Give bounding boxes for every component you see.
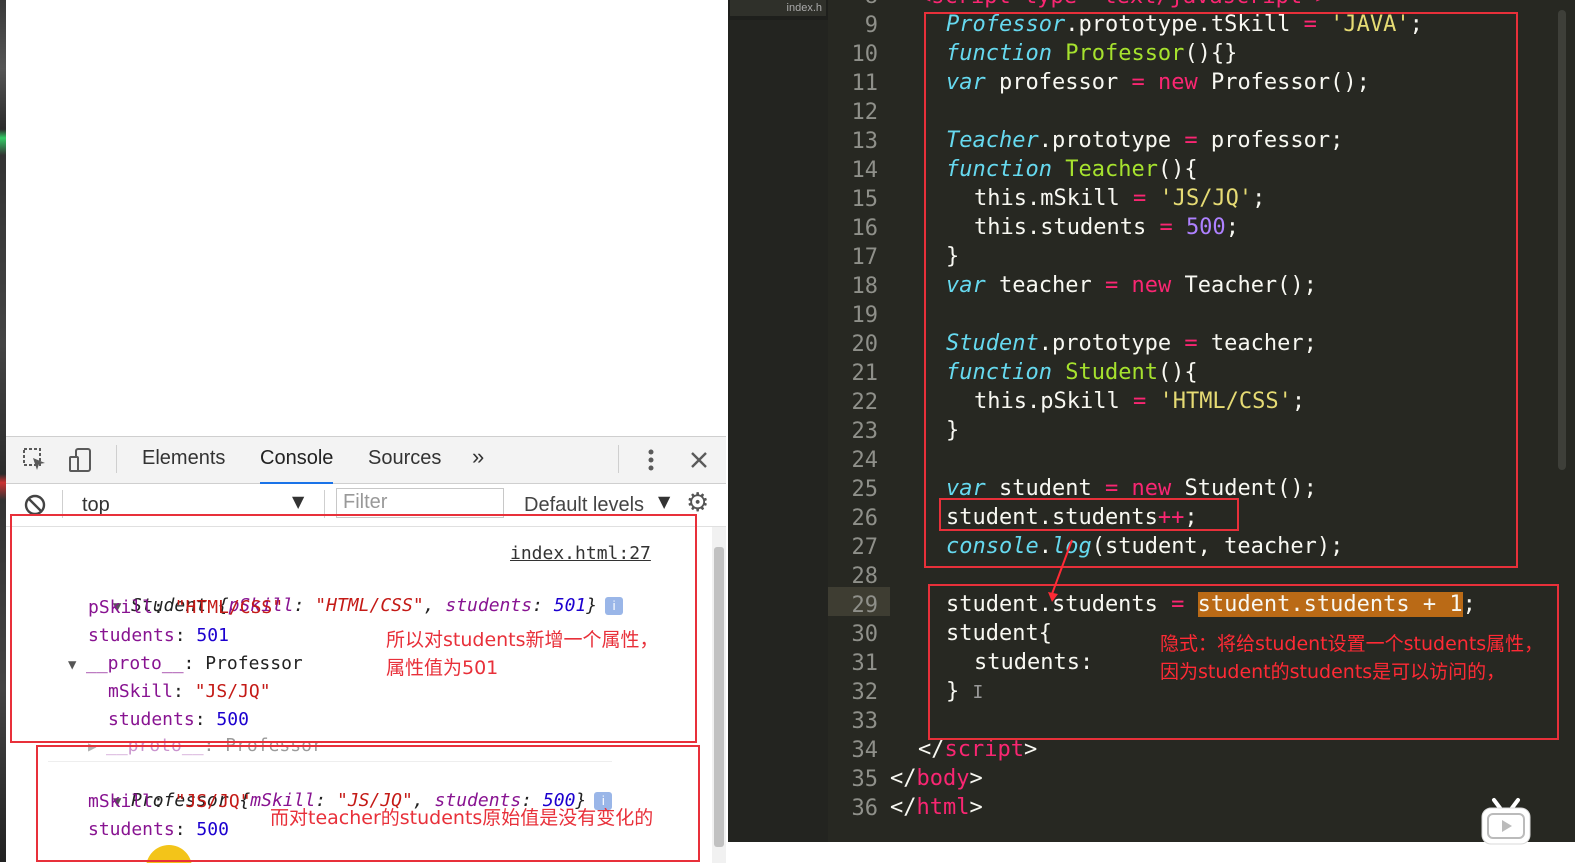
line-number: 24 <box>851 448 879 473</box>
annotation-note-1-line1: 所以对students新增一个属性， <box>386 629 659 651</box>
annotation-note-1-line2: 属性值为501 <box>386 657 499 679</box>
editor-sidebar <box>728 20 828 842</box>
line-number: 25 <box>851 477 879 502</box>
browser-page-viewport <box>6 0 726 436</box>
annotation-box-increment <box>939 498 1239 531</box>
line-number: 10 <box>851 42 879 67</box>
tab-elements-label: Elements <box>142 447 226 469</box>
devtools-tab-bar: Elements Console Sources » <box>6 437 726 485</box>
tab-elements[interactable]: Elements <box>142 447 225 479</box>
editor-file-tab[interactable]: index.h <box>730 0 826 16</box>
line-number: 36 <box>851 796 879 821</box>
tab-console[interactable]: Console <box>260 447 334 485</box>
tab-sources-label: Sources <box>368 447 442 469</box>
line-number: 30 <box>851 622 879 647</box>
toolbar-divider <box>618 445 619 473</box>
line-number: 22 <box>851 390 879 415</box>
line-number: 34 <box>851 738 879 763</box>
tab-sources[interactable]: Sources <box>368 447 441 479</box>
editor-file-tab-label: index.h <box>786 2 822 14</box>
code-token: </ <box>890 795 917 820</box>
log-levels-label: Default levels <box>524 494 645 516</box>
line-number: 26 <box>851 506 879 531</box>
line-number: 28 <box>851 564 879 589</box>
line-number: 31 <box>851 651 879 676</box>
code-token: > <box>969 795 983 820</box>
line-number: 32 <box>851 680 879 705</box>
tab-console-label: Console <box>260 447 334 469</box>
line-number: 18 <box>851 274 879 299</box>
code-token: </ <box>890 766 917 791</box>
device-toolbar-icon[interactable] <box>66 445 96 475</box>
line-number: 13 <box>851 129 879 154</box>
editor-scrollbar[interactable] <box>1558 10 1566 470</box>
line-number: 21 <box>851 361 879 386</box>
line-number: 17 <box>851 245 879 270</box>
line-number: 16 <box>851 216 879 241</box>
inspect-element-icon[interactable] <box>20 445 50 475</box>
console-scrollbar-thumb[interactable] <box>714 547 724 847</box>
code-line-36: </html> <box>890 793 983 822</box>
bilibili-logo-icon <box>1481 798 1531 845</box>
close-icon[interactable] <box>684 445 714 475</box>
code-token: </ <box>918 737 945 762</box>
more-tabs-button[interactable]: » <box>472 444 484 476</box>
line-number: 29 <box>851 593 879 618</box>
levels-dropdown-icon[interactable]: ▼ <box>658 492 670 511</box>
annotation-note-1: 所以对students新增一个属性， 属性值为501 <box>386 626 659 682</box>
annotation-note-2: 而对teacher的students原始值是没有变化的 <box>270 804 653 832</box>
filter-placeholder: Filter <box>343 491 388 513</box>
line-number: 19 <box>851 303 879 328</box>
annotation-note-3: 隐式：将给student设置一个students属性， 因为student的st… <box>1160 630 1543 686</box>
line-number: 33 <box>851 709 879 734</box>
toolbar-divider <box>116 445 117 473</box>
line-number: 8 <box>828 0 878 11</box>
line-number: 15 <box>851 187 879 212</box>
code-token: <script type="text/javascript"> <box>918 0 1329 9</box>
line-number: 20 <box>851 332 879 357</box>
more-tabs-label: » <box>472 444 485 469</box>
line-number: 14 <box>851 158 879 183</box>
code-token: > <box>1023 737 1038 762</box>
line-number: 12 <box>851 100 879 125</box>
code-token: > <box>969 766 983 791</box>
line-number: 35 <box>851 767 879 792</box>
context-select-value: top <box>82 494 110 516</box>
code-token: html <box>916 795 970 820</box>
line-number: 23 <box>851 419 879 444</box>
video-bottom-bar <box>728 842 1575 862</box>
annotation-note-3-line1: 隐式：将给student设置一个students属性， <box>1160 633 1544 655</box>
code-line-35: </body> <box>890 764 983 793</box>
line-number: 11 <box>851 71 879 96</box>
line-number: 9 <box>864 13 878 38</box>
code-token: script <box>944 737 1024 762</box>
annotation-note-3-line2: 因为student的students是可以访问的， <box>1160 661 1506 683</box>
code-token: body <box>916 766 970 791</box>
context-dropdown-icon[interactable]: ▼ <box>292 492 304 511</box>
annotation-arrow-icon <box>1048 539 1073 602</box>
line-number: 27 <box>851 535 879 560</box>
annotation-box-code <box>924 12 1518 568</box>
kebab-menu-icon[interactable] <box>636 445 666 475</box>
annotation-note-2-text: 而对teacher的students原始值是没有变化的 <box>270 807 654 829</box>
